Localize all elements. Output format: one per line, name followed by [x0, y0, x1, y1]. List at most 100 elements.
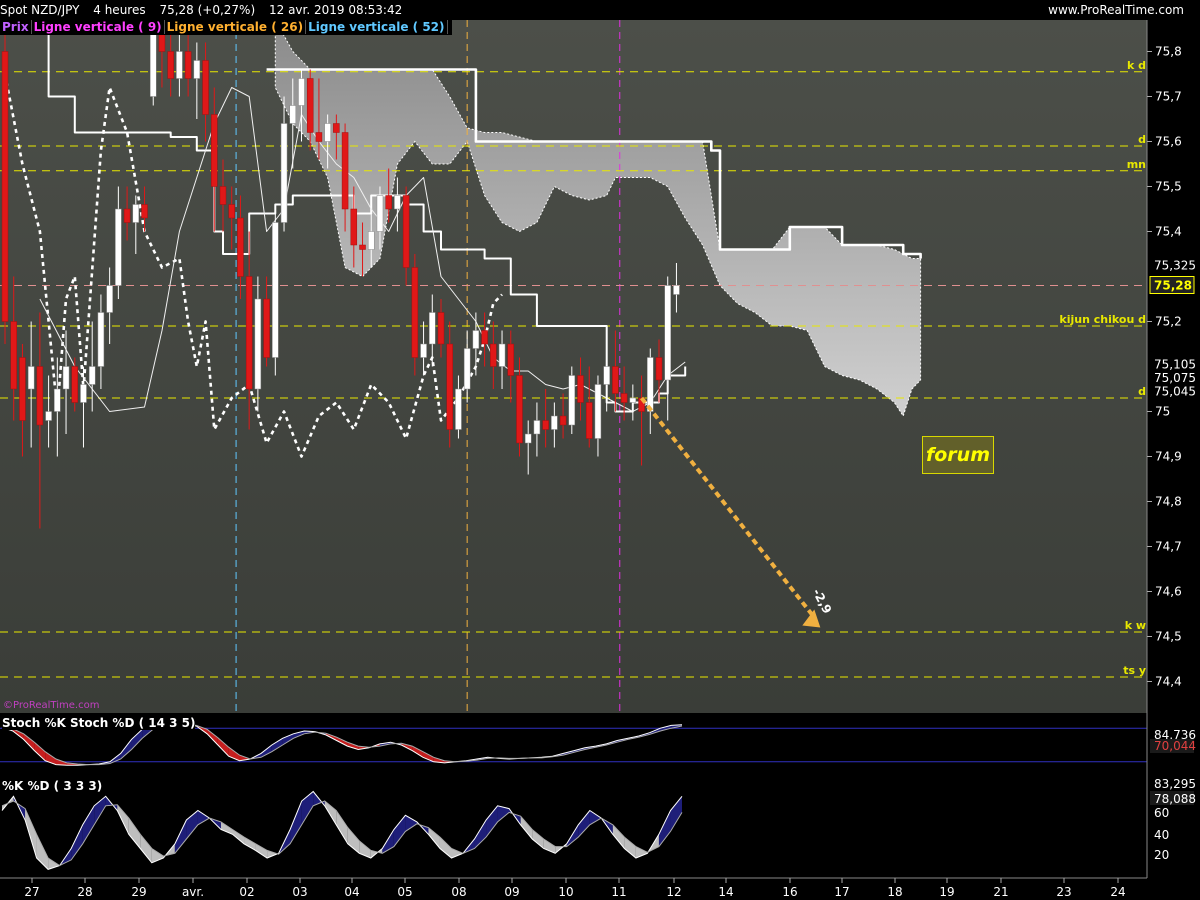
- x-tick-label: 19: [939, 885, 954, 899]
- candle-body: [481, 330, 488, 345]
- y-tick-label: 74,9: [1155, 450, 1182, 464]
- candle-body: [1, 51, 9, 322]
- stoch2-axis-label-3: 40: [1154, 828, 1169, 842]
- price-label-2: 75,105: [1154, 357, 1196, 371]
- candle-body: [333, 123, 340, 133]
- x-tick-label: 29: [131, 885, 146, 899]
- x-tick-label: 24: [1110, 885, 1125, 899]
- y-tick-label: 75,8: [1155, 45, 1182, 59]
- candle-body: [647, 357, 654, 412]
- indicator-vline-26[interactable]: Ligne verticale ( 26): [164, 20, 307, 34]
- indicator-price[interactable]: Prix: [0, 20, 32, 34]
- candle-body: [97, 312, 105, 367]
- source-link[interactable]: www.ProRealTime.com: [1048, 0, 1184, 20]
- x-tick-label: 23: [1056, 885, 1071, 899]
- price-label-0: 75,325: [1154, 258, 1196, 272]
- candle-body: [149, 28, 157, 97]
- x-tick-label: 11: [611, 885, 626, 899]
- x-tick-label: 04: [344, 885, 359, 899]
- x-tick-label: 05: [397, 885, 412, 899]
- y-tick-label: 74,8: [1155, 495, 1182, 509]
- candle-body: [211, 114, 218, 187]
- x-tick-label: 09: [504, 885, 519, 899]
- candle-body: [420, 343, 427, 358]
- y-tick-label: 74,5: [1155, 630, 1182, 644]
- level-label-5: d: [1138, 385, 1146, 398]
- candle-body: [367, 231, 375, 250]
- stoch2-panel-background: [0, 778, 1147, 878]
- candle-body: [350, 208, 358, 246]
- y-tick-label: 75: [1155, 405, 1170, 419]
- y-tick-label: 74,4: [1155, 675, 1182, 689]
- candle-body: [542, 420, 549, 430]
- candle-body: [603, 366, 610, 385]
- level-label-6: k w: [1125, 619, 1146, 632]
- candle-body: [612, 366, 619, 394]
- candle-body: [498, 343, 506, 367]
- candle-body: [472, 330, 480, 349]
- candle-body: [132, 204, 140, 223]
- candle-body: [184, 51, 192, 79]
- y-tick-label: 74,7: [1155, 540, 1182, 554]
- candle-body: [437, 312, 445, 345]
- candle-body: [341, 132, 349, 210]
- forum-badge[interactable]: forum: [922, 436, 994, 474]
- level-label-1: d: [1138, 133, 1146, 146]
- candle-body: [202, 60, 209, 115]
- candle-body: [533, 420, 541, 435]
- indicator-vline-9[interactable]: Ligne verticale ( 9): [31, 20, 165, 34]
- y-tick-label: 75,6: [1155, 135, 1182, 149]
- candle-body: [411, 267, 419, 358]
- candle-body: [167, 51, 174, 79]
- candle-body: [289, 105, 297, 124]
- stoch2-legend: %K %D ( 3 3 3): [2, 779, 103, 793]
- candle-body: [176, 51, 183, 79]
- candle-body: [254, 298, 262, 390]
- candle-body: [673, 285, 680, 295]
- x-tick-label: 03: [292, 885, 307, 899]
- candle-body: [19, 357, 26, 421]
- chart-canvas: k ddmnkijun chikou ddk wts y -2,9 75,875…: [0, 18, 1200, 900]
- indicator-vline-52[interactable]: Ligne verticale ( 52): [306, 20, 448, 34]
- candle-body: [237, 217, 244, 277]
- candle-body: [228, 204, 235, 219]
- candle-body: [10, 321, 17, 390]
- x-tick-label: avr.: [182, 885, 204, 899]
- stoch1-legend: Stoch %K Stoch %D ( 14 3 5): [2, 716, 196, 730]
- candle-body: [620, 393, 628, 403]
- candle-body: [306, 78, 314, 133]
- candle-body: [664, 285, 671, 381]
- candle-body: [524, 433, 532, 444]
- x-tick-label: 28: [77, 885, 92, 899]
- candle-body: [585, 402, 593, 439]
- candle-body: [394, 195, 401, 210]
- candle-body: [359, 244, 366, 250]
- x-tick-label: 27: [24, 885, 39, 899]
- x-tick-label: 18: [887, 885, 902, 899]
- x-tick-label: 14: [718, 885, 733, 899]
- candle-body: [446, 343, 453, 430]
- candle-body: [280, 123, 288, 223]
- x-tick-label: 21: [993, 885, 1008, 899]
- stoch1-axis-label-1: 70,044: [1154, 739, 1196, 753]
- candle-body: [123, 208, 131, 223]
- candle-body: [568, 375, 576, 426]
- candle-body: [629, 397, 637, 403]
- level-label-7: ts y: [1123, 664, 1146, 677]
- candle-body: [45, 411, 52, 421]
- candle-body: [385, 195, 392, 210]
- candle-body: [193, 60, 201, 79]
- stoch1-title: Stoch %K Stoch %D ( 14 3 5): [2, 716, 196, 730]
- candle-body: [141, 204, 148, 219]
- price-label-1: 75,28: [1154, 279, 1192, 293]
- candle-body: [455, 388, 462, 430]
- price-label-3: 75,075: [1154, 371, 1196, 385]
- candle-body: [71, 366, 79, 403]
- stoch2-axis-label-4: 20: [1154, 848, 1169, 862]
- candle-body: [463, 348, 471, 390]
- candle-body: [655, 357, 663, 381]
- x-tick-label: 08: [451, 885, 466, 899]
- x-tick-label: 10: [558, 885, 573, 899]
- candle-body: [516, 375, 523, 444]
- candle-body: [551, 415, 558, 430]
